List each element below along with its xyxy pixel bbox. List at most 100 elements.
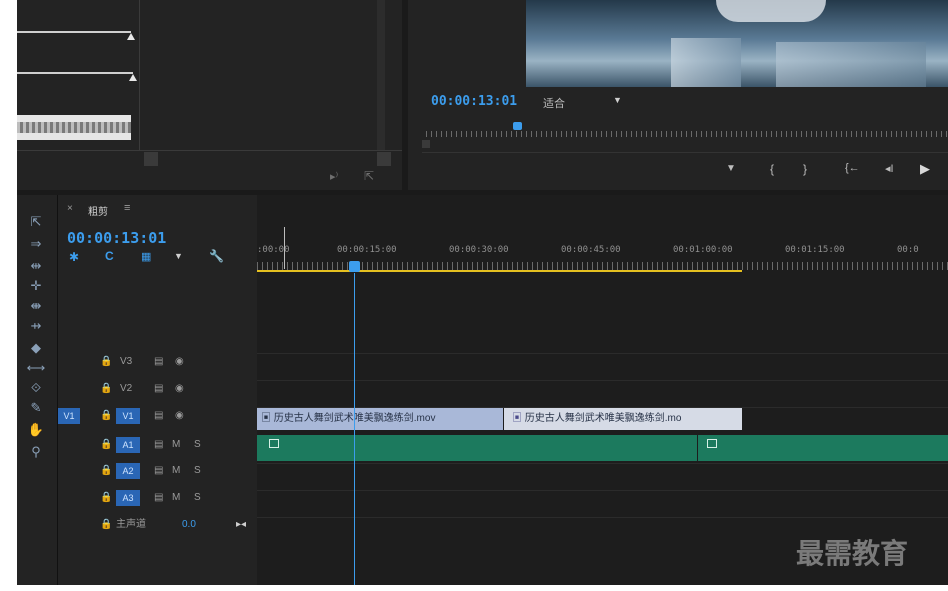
playhead-line[interactable]: [354, 273, 355, 585]
track-header-a2: 🔒 A2 ▤ M S: [58, 459, 256, 483]
sequence-tab[interactable]: 粗剪: [88, 203, 108, 218]
sync-lock-icon[interactable]: ▤: [154, 350, 163, 374]
snap-icon[interactable]: ✱: [69, 250, 79, 264]
sync-lock-icon[interactable]: ▤: [154, 486, 163, 510]
ripple-edit-tool-icon[interactable]: ⇹: [25, 257, 47, 275]
ruler-marker: [284, 227, 285, 269]
zoom-tool-icon[interactable]: ⚲: [25, 443, 47, 461]
video-clip[interactable]: ▣ 历史古人舞剑武术唯美飘逸练剑.mo: [504, 408, 742, 430]
track-label-a3[interactable]: A3: [116, 490, 140, 506]
track-label-v1[interactable]: V1: [116, 408, 140, 424]
lock-icon[interactable]: 🔒: [100, 377, 112, 401]
scroll-thumb[interactable]: [377, 152, 391, 166]
track-label-v3[interactable]: V3: [120, 350, 132, 374]
program-timecode[interactable]: 00:00:13:01: [431, 94, 517, 109]
work-area-bar[interactable]: [257, 270, 742, 272]
lock-icon[interactable]: 🔒: [100, 350, 112, 374]
audio-clip[interactable]: [698, 435, 948, 461]
reflection-shape: [776, 42, 926, 87]
panel-divider: [139, 0, 140, 150]
ruler-tick-label: 00:00:15:00: [337, 245, 397, 255]
track-lane-divider: [257, 490, 948, 491]
eye-icon[interactable]: ◉: [175, 404, 184, 428]
pen-icon[interactable]: ✎: [25, 399, 47, 417]
razor-tool-icon[interactable]: ◆: [25, 339, 47, 357]
reflection-shape: [671, 38, 741, 87]
rate-stretch-tool-icon[interactable]: ⇼: [25, 297, 47, 315]
panel-menu-icon[interactable]: ≡: [124, 202, 130, 214]
fx-badge-icon: [707, 439, 717, 448]
hand-tool-icon[interactable]: ✋: [25, 421, 47, 439]
fit-dropdown-label[interactable]: 适合: [543, 95, 565, 111]
source-patch-v1[interactable]: V1: [58, 408, 80, 424]
rolling-edit-tool-icon[interactable]: ✛: [25, 277, 47, 295]
fx-badge-icon: [269, 439, 279, 448]
panel-divider: [17, 150, 402, 151]
track-select-tool-icon[interactable]: ⇒: [25, 235, 47, 253]
slip-tool-icon[interactable]: ⇸: [25, 317, 47, 335]
playhead-marker[interactable]: [349, 261, 360, 272]
lock-icon[interactable]: 🔒: [100, 486, 112, 510]
sync-lock-icon[interactable]: ▤: [154, 377, 163, 401]
go-to-end-icon[interactable]: ▸◂: [236, 513, 246, 537]
mark-out-icon[interactable]: }: [803, 162, 807, 176]
track-label-a2[interactable]: A2: [116, 463, 140, 479]
solo-button[interactable]: S: [194, 459, 201, 483]
solo-button[interactable]: S: [194, 433, 201, 457]
track-header-v2: 🔒 V2 ▤ ◉: [58, 377, 256, 401]
sync-lock-icon[interactable]: ▤: [154, 433, 163, 457]
export-icon[interactable]: ⇱: [364, 169, 374, 183]
timeline-ruler[interactable]: [257, 262, 948, 270]
lock-icon[interactable]: 🔒: [100, 433, 112, 457]
go-to-in-icon[interactable]: {←: [845, 162, 860, 174]
program-ruler[interactable]: [426, 131, 948, 137]
add-marker-icon[interactable]: ▦: [141, 250, 151, 263]
filter-icon[interactable]: ▸⁾: [330, 170, 338, 183]
ruler-tick-label: 00:00:30:00: [449, 245, 509, 255]
vertical-scrollbar[interactable]: [377, 0, 385, 150]
eye-icon[interactable]: ◉: [175, 377, 184, 401]
timeline-tracks[interactable]: :00:00 00:00:15:00 00:00:30:00 00:00:45:…: [257, 195, 948, 585]
solo-button[interactable]: S: [194, 486, 201, 510]
marker-icon[interactable]: ▼: [174, 251, 183, 261]
panel-divider: [422, 152, 948, 153]
keyframe-marker[interactable]: [127, 33, 135, 40]
chevron-down-icon[interactable]: ▼: [613, 95, 622, 105]
sync-lock-icon[interactable]: ▤: [154, 404, 163, 428]
track-label-v2[interactable]: V2: [120, 377, 132, 401]
effect-slider-track[interactable]: [17, 31, 131, 33]
sync-lock-icon[interactable]: ▤: [154, 459, 163, 483]
pen-tool-icon[interactable]: ⟐: [25, 379, 47, 397]
step-back-icon[interactable]: ◂I: [885, 162, 894, 175]
selection-tool-icon[interactable]: ⇱: [25, 213, 47, 231]
linked-selection-icon[interactable]: C: [105, 249, 114, 263]
mark-in-icon[interactable]: {: [770, 162, 774, 176]
video-clip[interactable]: ▣ 历史古人舞剑武术唯美飘逸练剑.mov: [257, 408, 503, 430]
track-lane-divider: [257, 380, 948, 381]
fx-badge-icon: ▣: [261, 413, 274, 424]
playhead-marker[interactable]: [513, 122, 522, 130]
scroll-thumb[interactable]: [144, 152, 158, 166]
track-label-a1[interactable]: A1: [116, 437, 140, 453]
lock-icon[interactable]: 🔒: [100, 404, 112, 428]
audio-clip[interactable]: [257, 435, 697, 461]
mute-button[interactable]: M: [172, 486, 180, 510]
effect-slider-track[interactable]: [17, 72, 133, 74]
close-icon[interactable]: ×: [67, 203, 73, 214]
track-header-a3: 🔒 A3 ▤ M S: [58, 486, 256, 510]
play-icon[interactable]: ▶: [920, 161, 930, 177]
mute-button[interactable]: M: [172, 459, 180, 483]
mute-button[interactable]: M: [172, 433, 180, 457]
wrench-icon[interactable]: 🔧: [209, 249, 224, 263]
lock-icon[interactable]: 🔒: [100, 513, 112, 537]
scroll-thumb[interactable]: [422, 140, 430, 148]
lock-icon[interactable]: 🔒: [100, 459, 112, 483]
keyframe-marker[interactable]: [129, 74, 137, 81]
add-marker-icon[interactable]: ▼: [726, 163, 736, 174]
clip-name: 历史古人舞剑武术唯美飘逸练剑.mo: [524, 413, 682, 424]
timeline-timecode[interactable]: 00:00:13:01: [67, 229, 166, 247]
master-volume-value[interactable]: 0.0: [182, 513, 196, 537]
slide-tool-icon[interactable]: ⟷: [25, 359, 47, 377]
premiere-window: ▸⁾ ⇱ 00:00:13:01 适合 ▼ ▼ { } {← ◂I ▶ ⇱ ⇒ …: [17, 0, 948, 585]
eye-icon[interactable]: ◉: [175, 350, 184, 374]
